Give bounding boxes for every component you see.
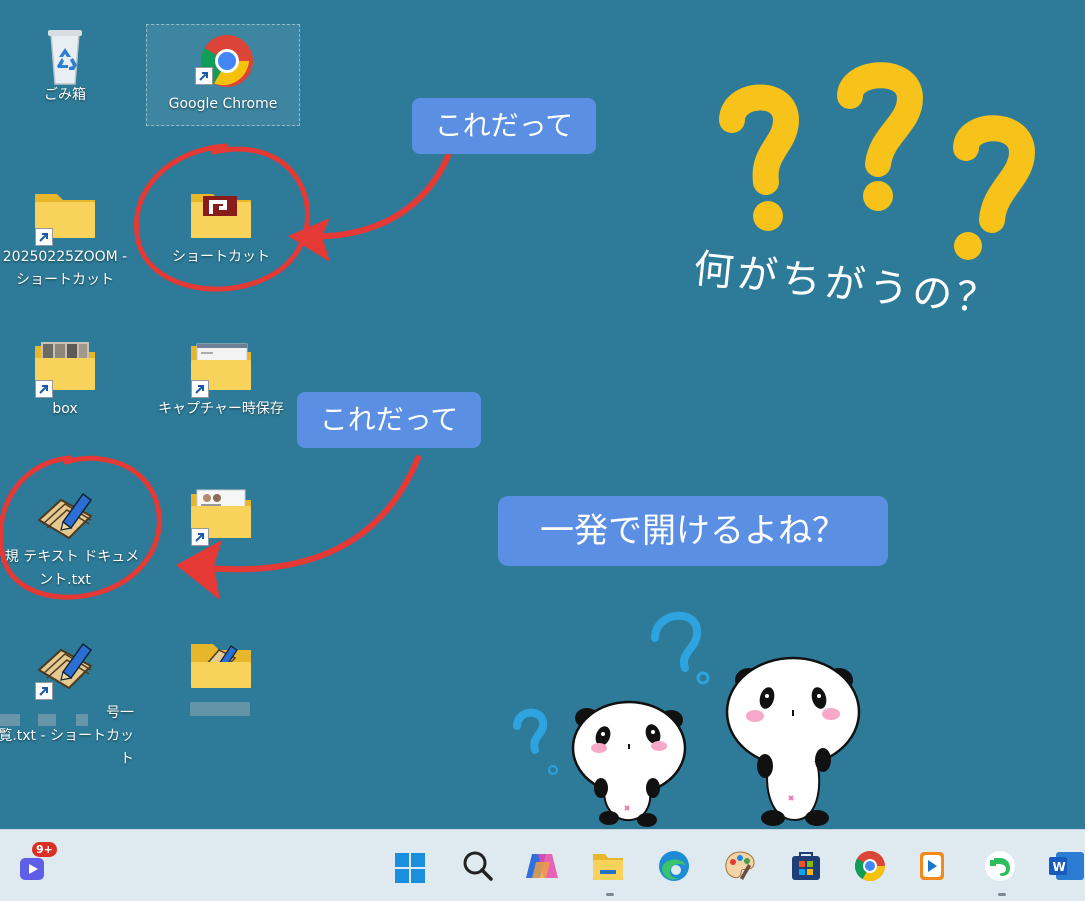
blue-question-mark-icon [651, 611, 702, 672]
taskbar-copilot-button[interactable] [524, 848, 564, 888]
running-indicator [998, 893, 1006, 896]
question-mark-icon [953, 115, 1036, 233]
windows-logo-icon [395, 853, 425, 883]
svg-text:W: W [1053, 860, 1066, 874]
evernote-icon [985, 851, 1015, 881]
search-icon [463, 851, 493, 881]
question-mark-icon [837, 62, 924, 177]
media-player-icon [920, 852, 944, 880]
paint-palette-icon [725, 851, 755, 880]
word-icon: W [1049, 852, 1084, 880]
red-circle-annotation [134, 143, 311, 292]
copilot-icon [526, 854, 558, 878]
taskbar-search-button[interactable] [460, 848, 500, 888]
callout-this-too-1: これだって [412, 98, 596, 154]
small-panda-icon [571, 700, 687, 827]
chrome-icon [854, 851, 885, 882]
blue-question-mark-icon [513, 708, 548, 754]
callout-open-in-one-click: 一発で開けるよね？ [498, 496, 888, 566]
big-panda-icon [725, 656, 861, 826]
edge-icon [659, 851, 689, 881]
panda-illustration [513, 611, 861, 827]
question-mark-icon [719, 84, 800, 195]
store-icon [792, 852, 820, 880]
red-arrow-annotation [185, 455, 421, 573]
taskbar-file-explorer-button[interactable] [590, 848, 630, 896]
taskbar-start-button[interactable] [392, 848, 432, 888]
taskbar-word-button[interactable]: W [1046, 848, 1085, 888]
notification-badge: 9+ [32, 842, 57, 857]
taskbar-evernote-button[interactable] [982, 848, 1022, 896]
red-circle-annotation [0, 455, 162, 600]
taskbar-store-button[interactable] [788, 848, 828, 888]
yellow-question-marks [719, 62, 1036, 260]
callout-this-too-2: これだって [297, 392, 481, 448]
folder-icon [593, 854, 623, 880]
taskbar: 9+ W [0, 829, 1085, 901]
running-indicator [606, 893, 614, 896]
taskbar-media-button[interactable] [914, 848, 954, 888]
media-player-icon [20, 858, 44, 880]
taskbar-paint-button[interactable] [722, 848, 762, 888]
taskbar-chrome-button[interactable] [852, 848, 892, 888]
taskbar-edge-button[interactable] [656, 848, 696, 888]
taskbar-notification-app[interactable]: 9+ [18, 842, 58, 888]
